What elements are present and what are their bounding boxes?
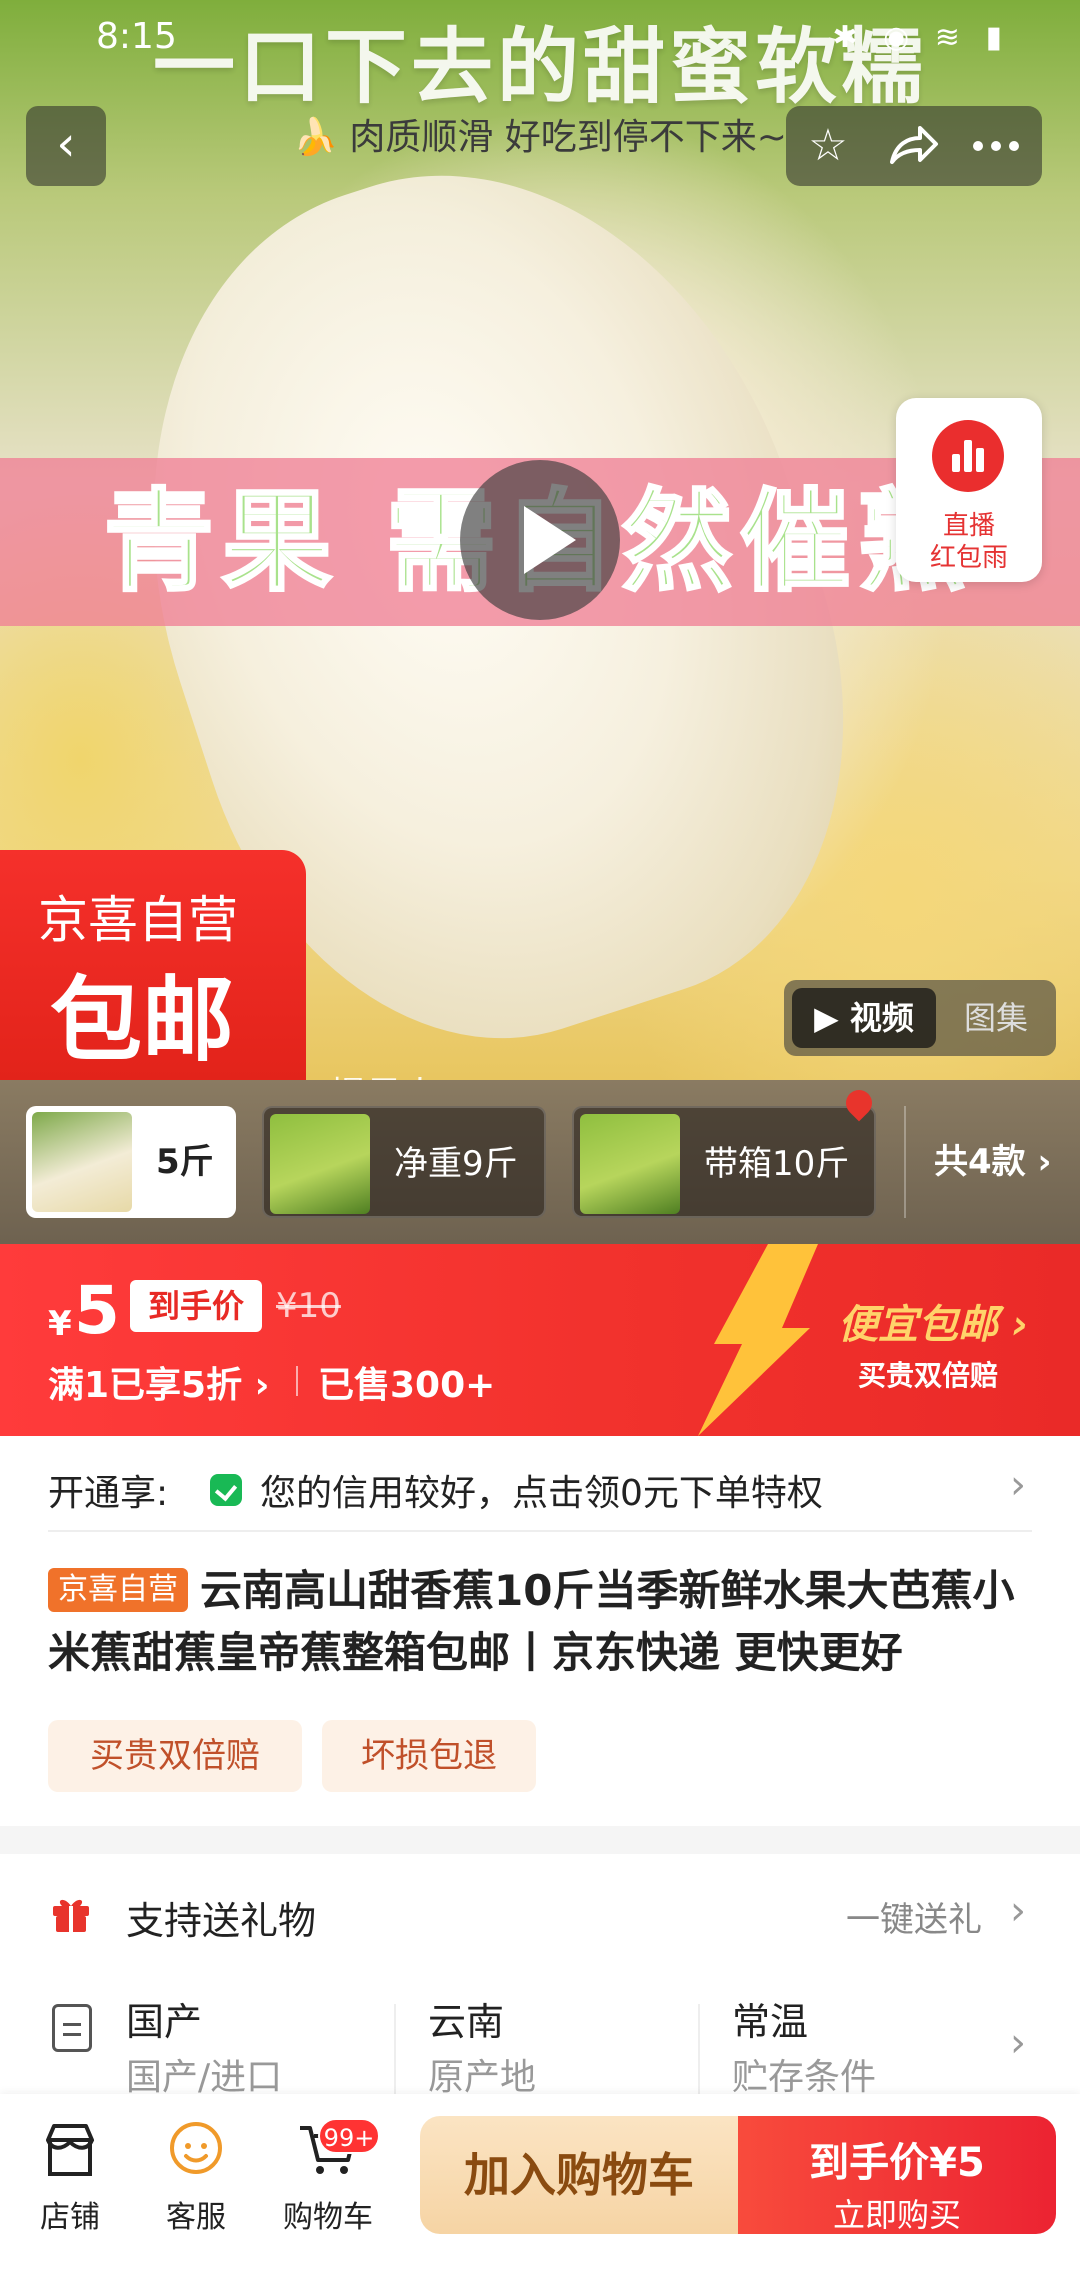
variant-label: 5斤 [156, 1142, 214, 1182]
live-redpacket-badge[interactable]: 直播 红包雨 [896, 398, 1042, 582]
discount-link[interactable]: 满1已享5折 › [48, 1356, 269, 1408]
variant-thumbnail [580, 1114, 680, 1214]
attribute-item: 云南 原产地 [428, 1996, 536, 2108]
shop-icon [46, 2124, 94, 2176]
original-price: ¥10 [276, 1286, 341, 1326]
credit-label: 开通享: [48, 1473, 169, 1514]
top-actions: ☆ [786, 106, 1042, 186]
service-chip[interactable]: 坏损包退 [322, 1720, 536, 1792]
buy-now-price: 到手价¥5 [809, 2140, 985, 2186]
media-toggle: ▶ 视频 图集 [784, 980, 1056, 1056]
section-gap [0, 1826, 1080, 1854]
jingxi-badge: 京喜自营 包邮 [0, 850, 306, 1080]
live-badge-text: 直播 红包雨 [929, 511, 1008, 573]
variant-label: 净重9斤 [394, 1144, 518, 1184]
customer-service-icon [170, 2122, 222, 2174]
price-banner: ¥ 5 到手价 ¥10 满1已享5折 › 已售300+ 便宜包邮 › 买贵双倍赔 [0, 1244, 1080, 1436]
final-price-tag: 到手价 [130, 1280, 262, 1332]
product-page: 一口下去的甜蜜软糯 🍌 肉质顺滑 好吃到停不下来~ 青果 需自然催熟 8:15 … [0, 0, 1080, 2280]
gift-label: 支持送礼物 [126, 1899, 317, 1943]
share-icon[interactable] [884, 118, 940, 174]
price-divider [296, 1366, 298, 1396]
add-to-cart-button[interactable]: 加入购物车 [420, 2116, 738, 2234]
more-icon[interactable] [968, 118, 1024, 174]
status-time: 8:15 [96, 16, 177, 57]
gift-icon [53, 1899, 89, 1932]
customer-service-button[interactable]: 客服 [136, 2118, 256, 2236]
bottom-action-bar: 店铺 客服 购物车 99+ 加入购物车 到手价¥5 立即购买 [0, 2094, 1080, 2280]
tab-gallery[interactable]: 图集 [944, 988, 1048, 1048]
shop-button[interactable]: 店铺 [10, 2118, 130, 2236]
cart-count-badge: 99+ [318, 2118, 380, 2154]
product-title-text: 云南高山甜香蕉10斤当季新鲜水果大芭蕉小米蕉甜蕉皇帝蕉整箱包邮丨京东快递 更快更… [48, 1566, 1015, 1677]
chevron-right-icon: › [1010, 1888, 1026, 1934]
attribute-item: 国产 国产/进口 [126, 1996, 282, 2108]
self-operated-tag: 京喜自营 [48, 1568, 188, 1612]
live-icon [932, 420, 1004, 492]
credit-text: 您的信用较好，点击领0元下单特权 [260, 1473, 823, 1514]
document-icon [52, 2004, 92, 2052]
chevron-right-icon: › [1010, 2020, 1026, 2066]
sold-count: 已售300+ [318, 1365, 496, 1406]
attribute-value: 常温 [732, 2000, 809, 2044]
product-title: 京喜自营 云南高山甜香蕉10斤当季新鲜水果大芭蕉小米蕉甜蕉皇帝蕉整箱包邮丨京东快递… [48, 1560, 1038, 1684]
variant-thumbnail [32, 1112, 132, 1212]
variant-label: 带箱10斤 [704, 1144, 850, 1184]
attribute-item: 常温 贮存条件 [732, 1996, 876, 2108]
variant-thumbnail [270, 1114, 370, 1214]
favorite-star-icon[interactable]: ☆ [800, 118, 856, 174]
variant-selector: 5斤 净重9斤 带箱10斤 共4款 › [0, 1080, 1080, 1244]
lightning-icon [698, 1244, 818, 1436]
gift-row[interactable]: 支持送礼物 一键送礼 › [0, 1854, 1080, 1974]
shopping-bag-check-icon [210, 1474, 242, 1506]
attribute-value: 云南 [428, 2000, 505, 2044]
cart-label: 购物车 [283, 2200, 373, 2235]
attribute-value: 国产 [126, 2000, 203, 2044]
price-guarantee-text: 买贵双倍赔 [858, 1359, 999, 1392]
back-button[interactable]: ‹ [26, 106, 106, 186]
attributes-row[interactable]: 国产 国产/进口 云南 原产地 常温 贮存条件 › [0, 1974, 1080, 2114]
status-icons: ✱ ◉ ≋ ▮ [832, 20, 1010, 55]
divider [48, 1530, 1032, 1532]
cheap-free-shipping-link[interactable]: 便宜包邮 › [838, 1292, 1028, 1350]
jingxi-badge-line1: 京喜自营 [38, 891, 238, 949]
variant-option[interactable]: 带箱10斤 [572, 1106, 876, 1218]
one-click-gift-link[interactable]: 一键送礼 [846, 1892, 982, 1941]
attribute-divider [698, 2004, 700, 2104]
jingxi-badge-line2: 包邮 [50, 967, 235, 1074]
play-video-button[interactable] [460, 460, 620, 620]
service-chip[interactable]: 买贵双倍赔 [48, 1720, 302, 1792]
final-price: 5 [74, 1272, 120, 1349]
variant-option[interactable]: 净重9斤 [262, 1106, 546, 1218]
variant-option[interactable]: 5斤 [26, 1106, 236, 1218]
credit-privilege-row[interactable]: 开通享: 您的信用较好，点击领0元下单特权 › [0, 1436, 1080, 1536]
buy-now-button[interactable]: 到手价¥5 立即购买 [738, 2116, 1056, 2234]
customer-service-label: 客服 [166, 2200, 226, 2235]
chevron-right-icon: › [1010, 1462, 1026, 1508]
buy-now-label: 立即购买 [832, 2196, 961, 2234]
all-variants-button[interactable]: 共4款 › [904, 1106, 1080, 1218]
tab-video[interactable]: ▶ 视频 [792, 988, 936, 1048]
currency-symbol: ¥ [48, 1304, 72, 1344]
shop-label: 店铺 [40, 2200, 100, 2235]
attribute-divider [394, 2004, 396, 2104]
